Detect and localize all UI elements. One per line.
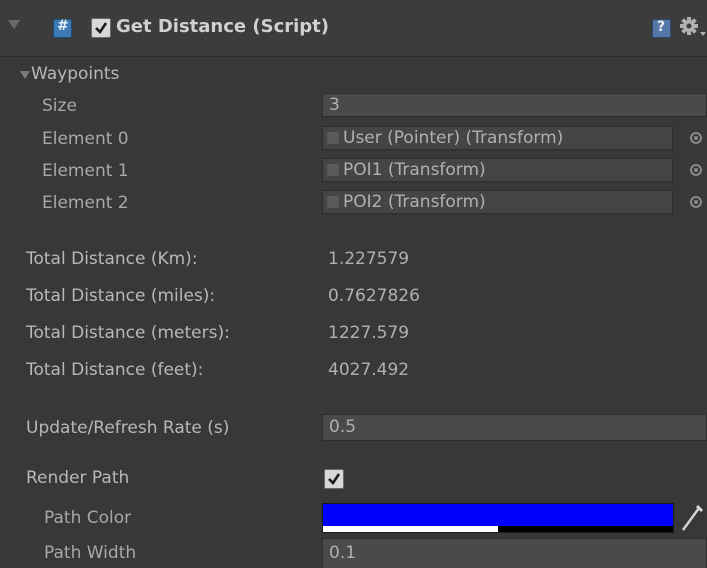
help-icon[interactable] [652, 19, 671, 38]
waypoints-label[interactable]: Waypoints [31, 64, 119, 84]
total-distance-km-value: 1.227579 [328, 249, 410, 269]
element-2-value: POI2 (Transform) [343, 192, 486, 212]
component-header[interactable]: Get Distance (Script) [0, 0, 707, 57]
element-1-label: Element 1 [42, 161, 129, 181]
waypoints-size-label: Size [42, 96, 77, 116]
element-1-value: POI1 (Transform) [343, 160, 486, 180]
path-width-input[interactable]: 0.1 [322, 538, 707, 568]
refresh-rate-input[interactable]: 0.5 [322, 414, 707, 441]
path-width-label: Path Width [44, 543, 137, 563]
waypoints-foldout-arrow-icon[interactable] [20, 71, 30, 79]
element-2-picker-icon[interactable] [690, 196, 702, 208]
path-color-alpha-fill [323, 526, 498, 532]
total-distance-feet-label: Total Distance (feet): [26, 360, 204, 380]
total-distance-miles-label: Total Distance (miles): [26, 286, 216, 306]
render-path-label: Render Path [26, 468, 130, 488]
element-0-object-field[interactable]: User (Pointer) (Transform) [322, 126, 673, 150]
refresh-rate-label: Update/Refresh Rate (s) [26, 418, 230, 438]
checkmark-icon [95, 22, 108, 35]
transform-icon [327, 164, 339, 176]
component-enabled-checkbox[interactable] [91, 18, 111, 38]
gear-icon[interactable] [678, 15, 707, 41]
element-2-label: Element 2 [42, 193, 129, 213]
element-2-object-field[interactable]: POI2 (Transform) [322, 190, 673, 214]
transform-icon [327, 196, 339, 208]
path-color-label: Path Color [44, 508, 132, 528]
total-distance-miles-value: 0.7627826 [328, 286, 420, 306]
transform-icon [327, 132, 339, 144]
checkmark-icon [328, 473, 341, 486]
total-distance-km-label: Total Distance (Km): [26, 249, 198, 269]
component-foldout-arrow-icon[interactable] [8, 20, 20, 29]
waypoints-size-input[interactable]: 3 [322, 93, 707, 117]
render-path-checkbox[interactable] [324, 469, 344, 489]
component-title: Get Distance (Script) [116, 16, 330, 37]
total-distance-meters-value: 1227.579 [328, 323, 410, 343]
element-1-object-field[interactable]: POI1 (Transform) [322, 158, 673, 182]
element-0-value: User (Pointer) (Transform) [343, 128, 564, 148]
total-distance-meters-label: Total Distance (meters): [26, 323, 230, 343]
csharp-script-icon [53, 18, 72, 38]
eyedropper-icon[interactable] [680, 503, 704, 537]
path-color-alpha-bar [323, 526, 673, 532]
path-color-field[interactable] [322, 503, 674, 533]
element-1-picker-icon[interactable] [690, 164, 702, 176]
element-0-label: Element 0 [42, 129, 129, 149]
element-0-picker-icon[interactable] [690, 132, 702, 144]
total-distance-feet-value: 4027.492 [328, 360, 410, 380]
